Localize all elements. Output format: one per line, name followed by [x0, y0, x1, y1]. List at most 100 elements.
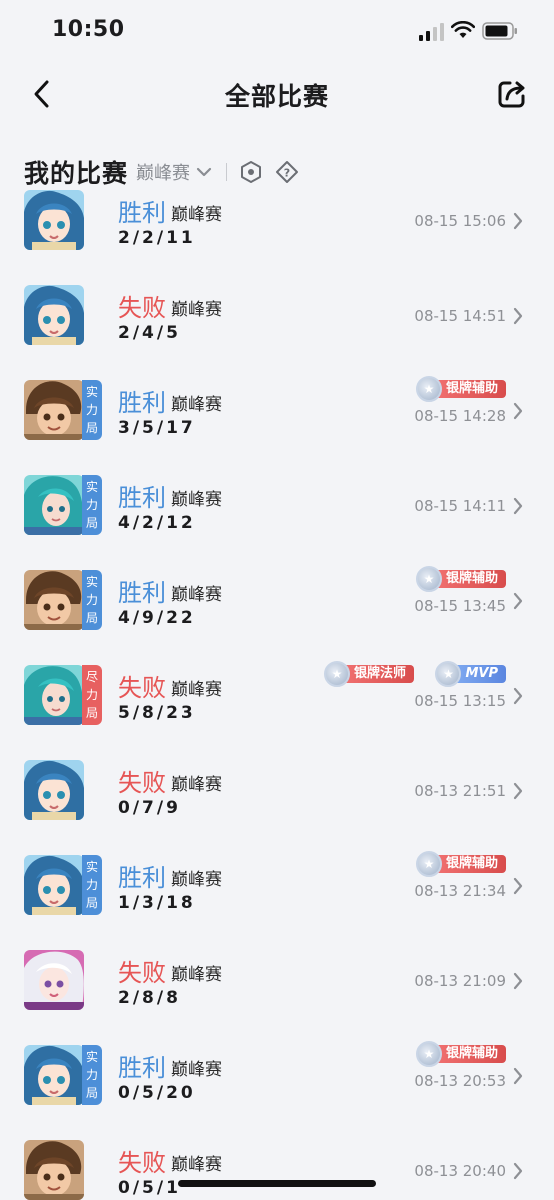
kda-score: 0/5/20: [118, 1083, 196, 1103]
match-time: 08-15 14:28: [414, 407, 506, 425]
match-row[interactable]: 实力局胜利 巅峰赛 1/3/18 ★ 银牌辅助 08-13 21:34: [0, 851, 554, 950]
kda-score: 1/3/18: [118, 893, 196, 913]
chevron-right-icon: [513, 1067, 523, 1085]
match-mode: 巅峰赛: [171, 490, 222, 510]
match-result: 失败: [118, 959, 166, 987]
match-type-tag: 实力局: [82, 380, 102, 440]
match-type-tag: 实力局: [82, 570, 102, 630]
match-row[interactable]: 实力局胜利 巅峰赛 0/5/20 ★ 银牌辅助 08-13 20:53: [0, 1041, 554, 1140]
hero-avatar: 实力局: [24, 855, 102, 915]
match-mode: 巅峰赛: [171, 965, 222, 985]
home-indicator: [178, 1180, 376, 1187]
medal-star-icon: ★: [323, 661, 350, 687]
honor-badge: ★ 银牌辅助: [415, 376, 506, 402]
mode-filter-label: 巅峰赛: [136, 163, 191, 184]
match-result: 失败: [118, 769, 166, 797]
chevron-right-icon: [513, 592, 523, 610]
chevron-right-icon: [513, 1162, 523, 1180]
match-time: 08-13 21:51: [414, 782, 506, 800]
match-row[interactable]: 实力局胜利 巅峰赛 4/2/12 08-15 14:11: [0, 475, 554, 570]
match-time: 08-15 13:45: [414, 597, 506, 615]
section-title: 我的比赛: [24, 159, 129, 188]
hero-avatar: 实力局: [24, 475, 102, 535]
match-row[interactable]: 失败 巅峰赛 0/5/1 08-13 20:40: [0, 1140, 554, 1200]
hero-avatar: [24, 285, 100, 345]
badge-label: MVP: [455, 665, 506, 683]
badge-label: 银牌辅助: [435, 380, 506, 398]
medal-star-icon: ★: [415, 851, 442, 877]
blue-hair-girl-portrait: [24, 760, 84, 820]
honor-badge: ★ 银牌法师: [323, 661, 414, 687]
help-diamond-icon[interactable]: ?: [275, 160, 299, 184]
match-type-tag: 实力局: [82, 1045, 102, 1105]
match-type-tag: 实力局: [82, 855, 102, 915]
match-result: 失败: [118, 1149, 166, 1177]
match-time: 08-15 14:51: [414, 307, 506, 325]
kda-score: 0/7/9: [118, 798, 181, 818]
match-time: 08-13 20:53: [414, 1072, 506, 1090]
chevron-right-icon: [513, 972, 523, 990]
match-row[interactable]: 失败 巅峰赛 2/4/5 08-15 14:51: [0, 285, 554, 380]
match-result: 胜利: [118, 199, 166, 227]
brown-hair-boy-portrait: [24, 570, 84, 630]
blue-hair-girl-portrait: [24, 285, 84, 345]
match-mode: 巅峰赛: [171, 585, 222, 605]
chevron-right-icon: [513, 877, 523, 895]
kda-score: 3/5/17: [118, 418, 196, 438]
honor-badge: ★ 银牌辅助: [415, 1041, 506, 1067]
match-mode: 巅峰赛: [171, 870, 222, 890]
match-row[interactable]: 失败 巅峰赛 2/8/8 08-13 21:09: [0, 950, 554, 1045]
match-result: 胜利: [118, 1054, 166, 1082]
wifi-icon: [451, 21, 475, 38]
match-time: 08-13 21:09: [414, 972, 506, 990]
match-row[interactable]: 胜利 巅峰赛 2/2/11 08-15 15:06: [0, 190, 554, 285]
share-icon[interactable]: [496, 78, 528, 110]
hero-avatar: [24, 950, 100, 1010]
match-mode: 巅峰赛: [171, 300, 222, 320]
hero-avatar: 实力局: [24, 1045, 102, 1105]
match-row[interactable]: 实力局胜利 巅峰赛 4/9/22 ★ 银牌辅助 08-15 13:45: [0, 566, 554, 665]
kda-score: 4/9/22: [118, 608, 196, 628]
chevron-right-icon: [513, 212, 523, 230]
cellular-signal-icon: [419, 23, 444, 41]
match-row[interactable]: 失败 巅峰赛 0/7/9 08-13 21:51: [0, 760, 554, 855]
brown-hair-boy-portrait: [24, 380, 84, 440]
match-time: 08-15 14:11: [414, 497, 506, 515]
mode-filter-dropdown[interactable]: 巅峰赛: [136, 159, 212, 185]
divider: [226, 163, 228, 181]
match-row[interactable]: 实力局胜利 巅峰赛 3/5/17 ★ 银牌辅助 08-15 14:28: [0, 376, 554, 475]
kda-score: 4/2/12: [118, 513, 196, 533]
section-header: 我的比赛 巅峰赛 ?: [24, 152, 311, 192]
kda-score: 2/4/5: [118, 323, 181, 343]
nav-bar: 全部比赛: [0, 62, 554, 128]
svg-text:?: ?: [284, 167, 290, 180]
match-mode: 巅峰赛: [171, 205, 222, 225]
hero-avatar: [24, 1140, 100, 1200]
medal-star-icon: ★: [415, 566, 442, 592]
match-mode: 巅峰赛: [171, 775, 222, 795]
match-time: 08-15 15:06: [414, 212, 506, 230]
page-title: 全部比赛: [224, 82, 329, 111]
match-type-tag: 尽力局: [82, 665, 102, 725]
settings-hexagon-icon[interactable]: [239, 160, 263, 184]
chevron-right-icon: [513, 687, 523, 705]
kda-score: 2/8/8: [118, 988, 181, 1008]
match-row[interactable]: 尽力局失败 巅峰赛 5/8/23 ★ MVP ★ 银牌法师 08-15 13:15: [0, 661, 554, 760]
teal-hair-woman-portrait: [24, 665, 84, 725]
match-result: 胜利: [118, 864, 166, 892]
status-bar: 10:50: [0, 0, 554, 62]
match-result: 胜利: [118, 389, 166, 417]
match-time: 08-13 20:40: [414, 1162, 506, 1180]
badge-label: 银牌辅助: [435, 855, 506, 873]
match-mode: 巅峰赛: [171, 1060, 222, 1080]
match-result: 失败: [118, 294, 166, 322]
match-mode: 巅峰赛: [171, 395, 222, 415]
match-result: 失败: [118, 674, 166, 702]
chevron-right-icon: [513, 307, 523, 325]
match-type-tag: 实力局: [82, 475, 102, 535]
badge-label: 银牌辅助: [435, 570, 506, 588]
kda-score: 2/2/11: [118, 228, 196, 248]
badge-label: 银牌法师: [343, 665, 414, 683]
teal-hair-woman-portrait: [24, 475, 84, 535]
chevron-down-icon: [196, 167, 212, 177]
